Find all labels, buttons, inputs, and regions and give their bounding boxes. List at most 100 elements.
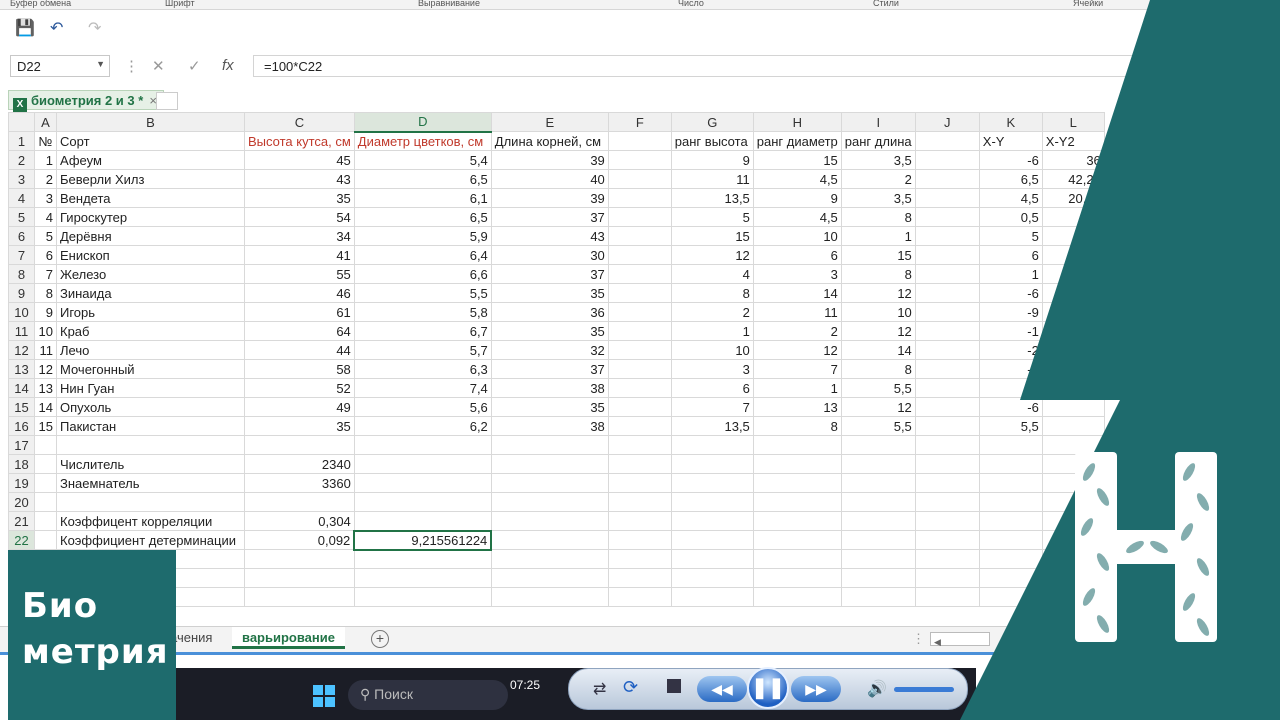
cell-e[interactable] xyxy=(490,587,609,607)
cell-h[interactable]: 10 xyxy=(752,226,842,246)
cell-j[interactable] xyxy=(914,435,980,455)
cell-f[interactable] xyxy=(607,283,672,303)
cell-d[interactable] xyxy=(353,549,492,569)
cell-e[interactable]: 37 xyxy=(490,207,609,227)
cell-i[interactable]: 12 xyxy=(840,397,916,417)
cell-j[interactable] xyxy=(914,378,980,398)
cell-c[interactable]: 52 xyxy=(244,378,355,398)
cell-c[interactable]: 0,304 xyxy=(244,511,355,531)
cell-k[interactable]: 1 xyxy=(978,264,1043,284)
cell-f[interactable] xyxy=(607,568,672,588)
cell-j[interactable] xyxy=(914,492,980,512)
cell-g[interactable]: 9 xyxy=(670,150,754,170)
cell-f[interactable] xyxy=(607,150,672,170)
cell-d[interactable]: Диаметр цветков, см xyxy=(353,131,492,151)
column-header[interactable]: K xyxy=(978,112,1043,132)
undo-icon[interactable]: ↶ xyxy=(50,18,63,38)
column-header[interactable]: E xyxy=(490,112,609,132)
cell-c[interactable]: 43 xyxy=(244,169,355,189)
workbook-tab[interactable]: Xбиометрия 2 и 3 * × xyxy=(8,90,164,112)
cell-i[interactable]: 10 xyxy=(840,302,916,322)
row-header[interactable]: 20 xyxy=(8,492,35,512)
row-header[interactable]: 19 xyxy=(8,473,35,493)
cell-h[interactable]: 8 xyxy=(752,416,842,436)
cell-j[interactable] xyxy=(914,245,980,265)
cell-k[interactable] xyxy=(978,587,1043,607)
cell-j[interactable] xyxy=(914,283,980,303)
cell-k[interactable]: -2 xyxy=(978,340,1043,360)
cell-f[interactable] xyxy=(607,340,672,360)
row-header[interactable]: 18 xyxy=(8,454,35,474)
cell-j[interactable] xyxy=(914,188,980,208)
cell-b[interactable]: Сорт xyxy=(56,131,245,151)
cell-d[interactable]: 5,4 xyxy=(353,150,492,170)
row-header[interactable]: 21 xyxy=(8,511,35,531)
cell-i[interactable]: 8 xyxy=(840,207,916,227)
cell-d[interactable]: 5,7 xyxy=(353,340,492,360)
sheet-tab-active[interactable]: варьирование xyxy=(232,627,345,649)
cell-h[interactable]: 1 xyxy=(752,378,842,398)
cell-e[interactable] xyxy=(490,511,609,531)
cell-f[interactable] xyxy=(607,302,672,322)
cell-b[interactable]: Нин Гуан xyxy=(56,378,245,398)
cell-k[interactable]: -1 xyxy=(978,321,1043,341)
cell-e[interactable]: 40 xyxy=(490,169,609,189)
volume-icon[interactable]: 🔊 xyxy=(867,679,887,699)
cell-h[interactable] xyxy=(752,473,842,493)
cell-b[interactable]: Мочегонный xyxy=(56,359,245,379)
cell-h[interactable]: 4,5 xyxy=(752,169,842,189)
cell-l[interactable] xyxy=(1041,340,1105,360)
cell-e[interactable] xyxy=(490,454,609,474)
cell-f[interactable] xyxy=(607,549,672,569)
cell-a[interactable]: 3 xyxy=(34,188,57,208)
cell-e[interactable]: 37 xyxy=(490,359,609,379)
cell-j[interactable] xyxy=(914,511,980,531)
cell-a[interactable]: 14 xyxy=(34,397,57,417)
cell-h[interactable]: 4,5 xyxy=(752,207,842,227)
cell-a[interactable]: 1 xyxy=(34,150,57,170)
cell-a[interactable] xyxy=(34,473,57,493)
cell-l[interactable]: 0,2 xyxy=(1041,207,1105,227)
cell-d[interactable] xyxy=(353,454,492,474)
cell-l[interactable]: 42,25 xyxy=(1041,169,1105,189)
cell-h[interactable]: 13 xyxy=(752,397,842,417)
cell-h[interactable] xyxy=(752,530,842,550)
column-header[interactable]: C xyxy=(244,112,355,132)
cell-i[interactable]: 15 xyxy=(840,245,916,265)
shuffle-icon[interactable]: ⇄ xyxy=(593,679,606,699)
cell-e[interactable]: 38 xyxy=(490,416,609,436)
row-header[interactable]: 22 xyxy=(8,530,35,550)
cell-g[interactable] xyxy=(670,568,754,588)
cell-g[interactable] xyxy=(670,587,754,607)
formula-input[interactable]: =100*C22 xyxy=(253,55,1153,77)
cell-c[interactable]: 35 xyxy=(244,188,355,208)
cell-l[interactable] xyxy=(1041,302,1105,322)
cell-a[interactable]: 15 xyxy=(34,416,57,436)
cell-b[interactable]: Числитель xyxy=(56,454,245,474)
cell-i[interactable]: 3,5 xyxy=(840,188,916,208)
cell-e[interactable]: 32 xyxy=(490,340,609,360)
add-sheet-icon[interactable]: + xyxy=(371,630,389,648)
cell-b[interactable]: Лечо xyxy=(56,340,245,360)
cell-k[interactable] xyxy=(978,435,1043,455)
cell-g[interactable] xyxy=(670,530,754,550)
cell-g[interactable]: 2 xyxy=(670,302,754,322)
cell-c[interactable] xyxy=(244,549,355,569)
column-header[interactable]: G xyxy=(670,112,754,132)
cell-g[interactable]: 7 xyxy=(670,397,754,417)
cell-h[interactable]: 2 xyxy=(752,321,842,341)
column-header[interactable]: A xyxy=(34,112,57,132)
cell-h[interactable]: 11 xyxy=(752,302,842,322)
cell-c[interactable]: 0,092 xyxy=(244,530,355,550)
cell-h[interactable]: 14 xyxy=(752,283,842,303)
cell-i[interactable] xyxy=(840,511,916,531)
cell-e[interactable]: 35 xyxy=(490,397,609,417)
row-header[interactable]: 11 xyxy=(8,321,35,341)
row-header[interactable]: 16 xyxy=(8,416,35,436)
cell-g[interactable] xyxy=(670,492,754,512)
cell-f[interactable] xyxy=(607,188,672,208)
cell-d[interactable]: 6,3 xyxy=(353,359,492,379)
cell-h[interactable] xyxy=(752,454,842,474)
cell-f[interactable] xyxy=(607,245,672,265)
cell-a[interactable] xyxy=(34,435,57,455)
